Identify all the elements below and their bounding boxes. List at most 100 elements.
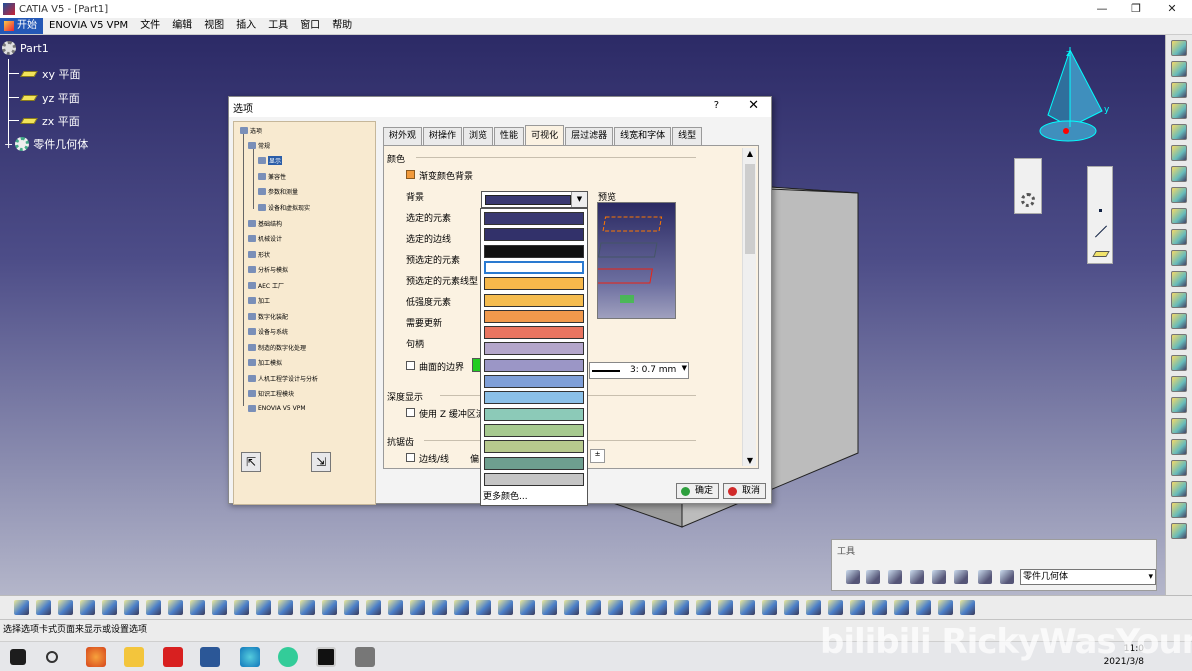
options-tree-shape[interactable]: 形状 [248,250,270,259]
toolbar-icon[interactable] [36,600,51,615]
panel-scrollbar[interactable]: ▲ ▼ [742,148,756,466]
color-swatch[interactable] [484,440,584,454]
toolbar-icon[interactable] [938,600,953,615]
toolbar-icon[interactable] [366,600,381,615]
toolbar-icon[interactable] [1171,439,1187,455]
toolbar-icon[interactable] [696,600,711,615]
tab-navigation[interactable]: 浏览 [463,127,494,145]
toolbar-icon[interactable] [1171,40,1187,56]
tab-linetype[interactable]: 线型 [672,127,703,145]
toolbar-icon[interactable] [564,600,579,615]
color-swatch[interactable] [484,293,584,307]
options-tree-devices[interactable]: 设备和虚拟现实 [258,203,310,212]
hand-icon[interactable] [866,570,880,584]
update-icon[interactable] [846,570,860,584]
toolbar-icon[interactable] [146,600,161,615]
color-swatch[interactable] [484,358,584,372]
options-tree-machsim[interactable]: 加工模拟 [248,358,282,367]
toolbar-icon[interactable] [498,600,513,615]
toolbar-icon[interactable] [916,600,931,615]
toolbar-icon[interactable] [630,600,645,615]
toolbar-icon[interactable] [234,600,249,615]
restore-button[interactable]: ❐ [1118,0,1154,18]
toolbar-icon[interactable] [1171,166,1187,182]
wechat-icon[interactable] [278,647,298,667]
list-icon[interactable] [978,570,992,584]
search-icon[interactable] [46,651,58,663]
toolbar-icon[interactable] [300,600,315,615]
eraser-icon[interactable] [1000,570,1014,584]
tree-item-body[interactable]: + 零件几何体 [4,136,88,152]
edge-thickness-select[interactable]: 3: 0.7 mm ▼ [589,362,689,379]
help-button[interactable]: ? [714,100,719,111]
color-swatch[interactable] [484,342,584,356]
body-icon[interactable] [932,570,946,584]
tab-thickness-font[interactable]: 线宽和字体 [614,127,672,145]
menu-window[interactable]: 窗口 [294,18,326,34]
offset-spinner[interactable]: ± [590,449,605,463]
color-swatch[interactable] [484,456,584,470]
toolbar-icon[interactable] [58,600,73,615]
color-swatch[interactable] [484,407,584,421]
toolbar-icon[interactable] [432,600,447,615]
toolbar-icon[interactable] [1171,208,1187,224]
toolbar-icon[interactable] [1171,481,1187,497]
color-swatch[interactable] [484,472,584,486]
options-tree-knowledge[interactable]: 知识工程模块 [248,389,294,398]
toolbar-icon[interactable] [960,600,975,615]
reset-options-icon[interactable]: ⇲ [311,452,331,472]
scroll-thumb[interactable] [745,164,755,254]
menu-insert[interactable]: 插入 [230,18,262,34]
plane-icon[interactable] [1092,251,1110,257]
color-swatch[interactable] [484,309,584,323]
options-tree-root[interactable]: 选项 [240,126,262,135]
options-tree-equip[interactable]: 设备与系统 [248,327,288,336]
cancel-button[interactable]: 取消 [723,483,767,499]
select-icon[interactable] [954,570,968,584]
toolbar-icon[interactable] [212,600,227,615]
options-tree-params[interactable]: 参数和测量 [258,187,298,196]
toolbar-icon[interactable] [476,600,491,615]
toolbar-icon[interactable] [1171,103,1187,119]
toolbar-icon[interactable] [322,600,337,615]
expand-icon[interactable]: + [4,138,13,151]
compass-icon[interactable]: z y [1030,45,1120,150]
chevron-down-icon[interactable]: ▼ [571,192,587,207]
edge-line-checkbox[interactable] [406,453,415,462]
body-combo[interactable]: 零件几何体 ▾ [1020,569,1156,585]
tab-tree-manipulation[interactable]: 树操作 [423,127,463,145]
options-tree-machining[interactable]: 加工 [248,296,270,305]
tab-visualization[interactable]: 可视化 [525,125,565,145]
toolbar-icon[interactable] [762,600,777,615]
color-swatch[interactable] [484,277,584,291]
toolbar-icon[interactable] [872,600,887,615]
toolbar-icon[interactable] [1171,61,1187,77]
options-tree-display[interactable]: 显示 [258,156,283,165]
tab-performance[interactable]: 性能 [494,127,525,145]
axis-icon[interactable] [888,570,902,584]
scroll-up-icon[interactable]: ▲ [743,149,757,158]
options-tree-analysis[interactable]: 分析与模拟 [248,265,288,274]
toolbar-icon[interactable] [1171,334,1187,350]
toolbar-icon[interactable] [608,600,623,615]
tree-item-xy[interactable]: xy 平面 [20,66,81,82]
color-swatch[interactable] [484,375,584,388]
toolbar-icon[interactable] [80,600,95,615]
app-icon[interactable] [163,647,183,667]
toolbar-icon[interactable] [1171,292,1187,308]
menu-start[interactable]: 开始 [0,18,43,34]
toolbar-icon[interactable] [652,600,667,615]
grid-icon[interactable] [910,570,924,584]
toolbar-icon[interactable] [168,600,183,615]
tab-layer-filter[interactable]: 层过滤器 [565,127,614,145]
toolbar-icon[interactable] [1171,376,1187,392]
line-icon[interactable] [1094,225,1108,238]
firefox-icon[interactable] [86,647,106,667]
toolbar-icon[interactable] [124,600,139,615]
toolbar-icon[interactable] [14,600,29,615]
toolbar-icon[interactable] [784,600,799,615]
menu-file[interactable]: 文件 [134,18,166,34]
toolbar-icon[interactable] [1171,145,1187,161]
toolbar-icon[interactable] [542,600,557,615]
word-icon[interactable] [200,647,220,667]
